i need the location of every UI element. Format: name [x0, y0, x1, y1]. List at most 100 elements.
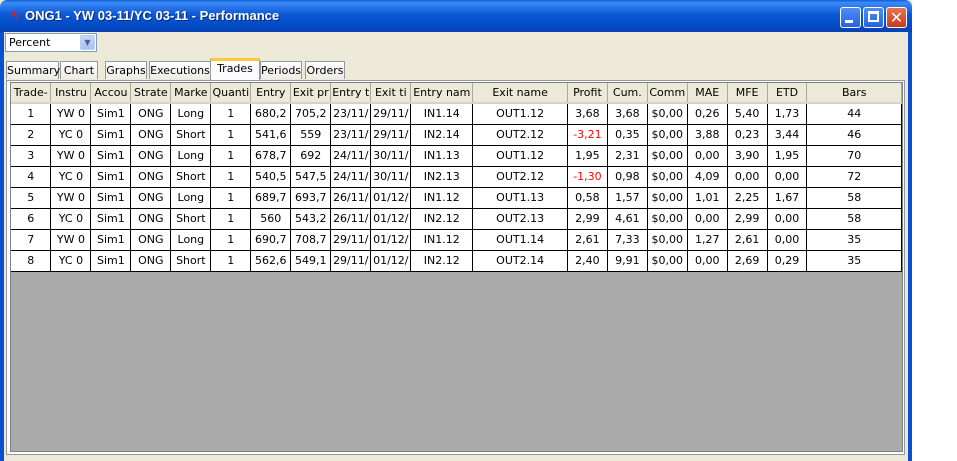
table-cell: 680,2	[250, 103, 292, 125]
maximize-icon	[868, 11, 879, 22]
table-cell: 1,57	[607, 187, 648, 209]
table-cell: 46	[806, 124, 902, 146]
table-cell: 01/12/	[370, 250, 412, 272]
column-header[interactable]: Strate	[130, 83, 172, 104]
table-cell: 0,00	[767, 208, 808, 230]
column-header[interactable]: Entry	[250, 83, 292, 104]
column-header[interactable]: Marke	[170, 83, 212, 104]
table-cell: 0,00	[687, 145, 728, 167]
column-header[interactable]: ETD	[767, 83, 808, 104]
table-cell: 547,5	[290, 166, 332, 188]
minimize-button[interactable]	[840, 7, 861, 28]
table-cell: 01/12/	[370, 208, 412, 230]
display-mode-dropdown[interactable]: Percent ▼	[5, 33, 97, 52]
table-cell: YC 0	[50, 124, 92, 146]
table-row[interactable]: 8 YC 0 Sim1 ONG Short 1 562,6 549,1 29/11/01/12/…	[11, 250, 902, 272]
column-header[interactable]: Bars	[806, 83, 902, 104]
table-cell: 3,68	[567, 103, 608, 125]
table-cell: Short	[170, 208, 212, 230]
column-header[interactable]: Entry nam	[410, 83, 474, 104]
table-cell: 1	[210, 187, 252, 209]
table-cell: Short	[170, 124, 212, 146]
trades-table: Trade- Instru Accou Strate Marke Quanti Entry E…	[11, 83, 902, 272]
table-cell: ONG	[130, 208, 172, 230]
table-cell: 2,25	[727, 187, 768, 209]
close-icon: ✕	[889, 8, 904, 27]
table-cell: 693,7	[290, 187, 332, 209]
table-cell: 0,98	[607, 166, 648, 188]
table-cell: 5,40	[727, 103, 768, 125]
close-button[interactable]: ✕	[886, 7, 907, 28]
table-row[interactable]: 4 YC 0 Sim1 ONG Short 1 540,5 547,5 24/11/30/11/…	[11, 166, 902, 188]
column-header[interactable]: Cum.	[607, 83, 648, 104]
table-row[interactable]: 3 YW 0 Sim1 ONG Long 1 678,7 692 24/11/30/11/IN1…	[11, 145, 902, 167]
table-cell: OUT1.12	[472, 103, 568, 125]
table-cell: 559	[290, 124, 332, 146]
table-row[interactable]: 7 YW 0 Sim1 ONG Long 1 690,7 708,7 29/11/01/12/I…	[11, 229, 902, 251]
column-header[interactable]: Quanti	[210, 83, 252, 104]
table-cell: 1	[11, 103, 52, 125]
table-cell: 30/11/	[370, 166, 412, 188]
window-frame-right	[908, 32, 912, 461]
column-header[interactable]: Instru	[50, 83, 92, 104]
tab-graphs[interactable]: Graphs	[105, 61, 147, 79]
column-header[interactable]: Trade-	[11, 83, 52, 104]
table-cell: ONG	[130, 103, 172, 125]
table-cell: 2,99	[727, 208, 768, 230]
table-cell: ONG	[130, 229, 172, 251]
table-cell: 1,27	[687, 229, 728, 251]
tab-trades[interactable]: Trades	[210, 58, 260, 80]
window-title: ONG1 - YW 03-11/YC 03-11 - Performance	[25, 8, 280, 23]
table-cell: Sim1	[90, 124, 132, 146]
table-cell: $0,00	[647, 229, 688, 251]
app-logo-icon: ∿	[9, 8, 21, 23]
column-header[interactable]: Entry t	[330, 83, 372, 104]
tab-summary[interactable]: Summary	[6, 61, 60, 79]
table-cell: 1	[210, 103, 252, 125]
maximize-button[interactable]	[863, 7, 884, 28]
table-cell: $0,00	[647, 187, 688, 209]
tab-chart[interactable]: Chart	[60, 61, 98, 79]
table-cell: 26/11/	[330, 208, 372, 230]
table-cell: 24/11/	[330, 145, 372, 167]
column-header[interactable]: Profit	[567, 83, 608, 104]
title-bar[interactable]: ∿ ONG1 - YW 03-11/YC 03-11 - Performance…	[0, 0, 912, 32]
table-cell: 72	[806, 166, 902, 188]
table-row[interactable]: 1 YW 0 Sim1 ONG Long 1 680,2 705,2 23/11/29/11/I…	[11, 103, 902, 125]
table-cell: IN1.12	[410, 229, 474, 251]
table-cell: ONG	[130, 187, 172, 209]
table-cell: 2	[11, 124, 52, 146]
table-cell: 29/11/	[330, 229, 372, 251]
trades-grid[interactable]: Trade- Instru Accou Strate Marke Quanti Entry E…	[10, 82, 903, 452]
table-cell: 24/11/	[330, 166, 372, 188]
tab-periods[interactable]: Periods	[260, 61, 302, 79]
table-row[interactable]: 6 YC 0 Sim1 ONG Short 1 560 543,2 26/11/01/12/IN…	[11, 208, 902, 230]
table-cell: 0,00	[767, 166, 808, 188]
chevron-down-icon[interactable]: ▼	[80, 35, 95, 50]
table-row[interactable]: 5 YW 0 Sim1 ONG Long 1 689,7 693,7 26/11/01/12/I…	[11, 187, 902, 209]
table-cell: 705,2	[290, 103, 332, 125]
column-header[interactable]: MAE	[687, 83, 728, 104]
table-row[interactable]: 2 YC 0 Sim1 ONG Short 1 541,6 559 23/11/29/11/IN…	[11, 124, 902, 146]
table-cell: 0,00	[687, 250, 728, 272]
column-header[interactable]: Accou	[90, 83, 132, 104]
table-cell: 689,7	[250, 187, 292, 209]
column-header[interactable]: Exit name	[472, 83, 568, 104]
table-cell: 2,69	[727, 250, 768, 272]
tab-orders[interactable]: Orders	[305, 61, 345, 79]
table-cell: 29/11/	[370, 103, 412, 125]
column-header[interactable]: Comm	[647, 83, 688, 104]
table-cell: 0,58	[567, 187, 608, 209]
table-cell: 9,91	[607, 250, 648, 272]
table-cell: -3,21	[567, 124, 608, 146]
table-cell: YW 0	[50, 103, 92, 125]
table-cell: 0,00	[687, 208, 728, 230]
table-cell: $0,00	[647, 124, 688, 146]
column-header[interactable]: Exit ti	[370, 83, 412, 104]
trades-table-body: 1 YW 0 Sim1 ONG Long 1 680,2 705,2 23/11/29/11/I…	[11, 103, 902, 272]
tab-executions[interactable]: Executions	[149, 61, 211, 79]
table-cell: 1	[210, 124, 252, 146]
column-header[interactable]: MFE	[727, 83, 768, 104]
column-header[interactable]: Exit pr	[290, 83, 332, 104]
table-cell: 0,00	[767, 229, 808, 251]
